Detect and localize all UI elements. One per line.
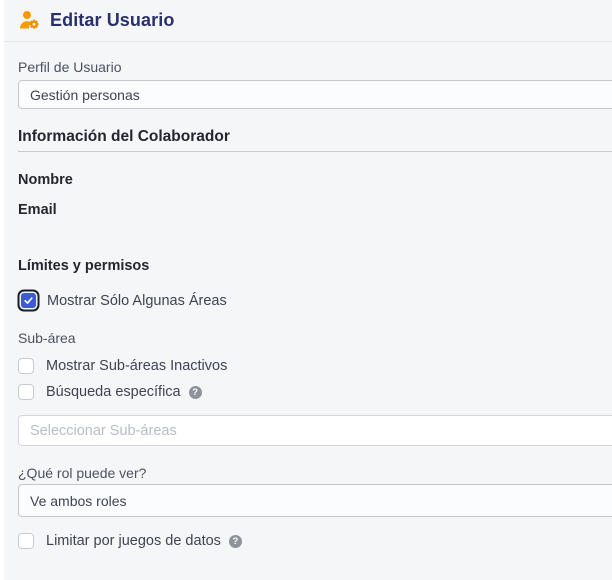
role-question-label: ¿Qué rol puede ver? xyxy=(18,466,612,480)
edit-user-panel: Editar Usuario Perfil de Usuario Gestión… xyxy=(4,0,612,580)
show-inactive-checkbox[interactable] xyxy=(18,358,34,374)
user-gear-icon xyxy=(18,9,41,32)
profile-label: Perfil de Usuario xyxy=(18,60,612,74)
collaborator-section-heading: Información del Colaborador xyxy=(18,128,612,146)
checkmark-icon xyxy=(23,295,34,306)
email-label: Email xyxy=(18,203,612,218)
limit-datasets-checkbox[interactable] xyxy=(18,533,34,549)
specific-search-checkbox-row[interactable]: Búsqueda específica ? xyxy=(18,384,612,400)
limit-datasets-checkbox-row[interactable]: Limitar por juegos de datos ? xyxy=(18,533,612,549)
panel-header: Editar Usuario xyxy=(4,0,612,42)
subarea-select-input[interactable] xyxy=(18,415,612,446)
subarea-label: Sub-área xyxy=(18,331,612,345)
show-inactive-checkbox-label: Mostrar Sub-áreas Inactivos xyxy=(46,358,227,374)
role-select[interactable]: Ve ambos roles xyxy=(18,484,612,517)
form-content: Perfil de Usuario Gestión personas Infor… xyxy=(4,60,612,549)
specific-search-checkbox[interactable] xyxy=(18,384,34,400)
show-areas-checkbox-label: Mostrar Sólo Algunas Áreas xyxy=(47,293,227,309)
gear-glyph xyxy=(29,20,38,29)
specific-search-checkbox-label: Búsqueda específica xyxy=(46,384,181,400)
help-icon[interactable]: ? xyxy=(189,386,202,399)
help-icon[interactable]: ? xyxy=(229,535,242,548)
limit-datasets-checkbox-label: Limitar por juegos de datos xyxy=(46,533,221,549)
profile-select[interactable]: Gestión personas xyxy=(18,80,612,109)
name-label: Nombre xyxy=(18,173,612,188)
limits-section-heading: Límites y permisos xyxy=(18,259,612,274)
page-title: Editar Usuario xyxy=(50,10,174,31)
show-areas-checkbox[interactable] xyxy=(21,293,36,308)
section-divider xyxy=(18,151,612,152)
role-select-value: Ve ambos roles xyxy=(30,493,127,509)
show-inactive-checkbox-row[interactable]: Mostrar Sub-áreas Inactivos xyxy=(18,358,612,374)
show-areas-checkbox-row[interactable]: Mostrar Sólo Algunas Áreas xyxy=(17,289,612,312)
profile-select-value: Gestión personas xyxy=(30,87,140,103)
